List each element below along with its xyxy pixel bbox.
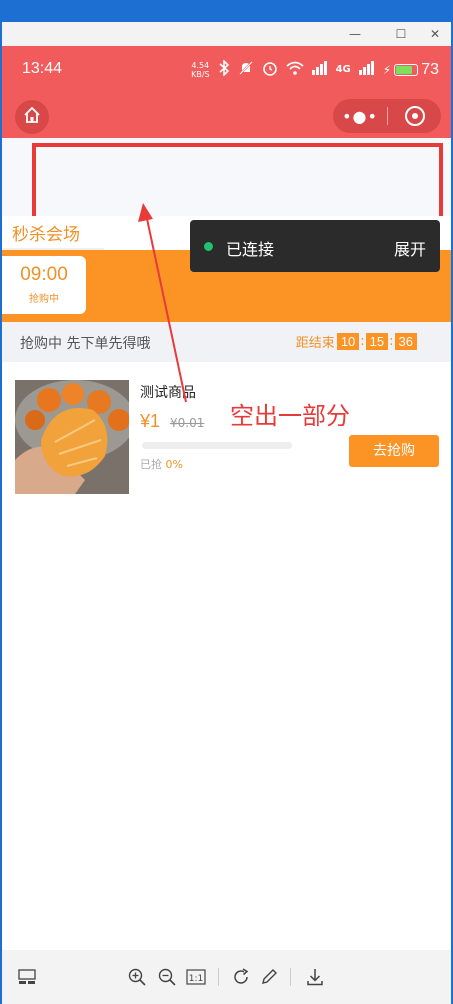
signal-icon-2: [358, 61, 375, 78]
time-slot-time: 09:00: [20, 264, 68, 285]
svg-text:1:1: 1:1: [189, 974, 203, 984]
goods-item[interactable]: 测试商品 ¥1 ¥0.01 已抢 0% 去抢购: [2, 362, 451, 502]
charging-icon: ⚡: [382, 62, 392, 77]
edit-pen-icon[interactable]: [258, 966, 280, 988]
net-speed: 4.54 KB/S: [191, 61, 210, 79]
status-bar: 13:44 4.54 KB/S 4G ⚡ 73: [2, 46, 451, 94]
annotation-text: 空出一部分: [230, 402, 350, 430]
minimize-button[interactable]: —: [343, 25, 367, 43]
close-miniprogram-button[interactable]: [388, 106, 441, 126]
phone-screen: 13:44 4.54 KB/S 4G ⚡ 73 •●• 秒杀会场 09:00 抢…: [2, 46, 451, 950]
sold-text: 已抢 0%: [140, 456, 183, 472]
app-window: — ☐ ✕ 13:44 4.54 KB/S 4G ⚡ 73 •●• 秒杀会场 0…: [2, 22, 451, 1004]
viewer-toolbar: 1:1: [2, 950, 451, 1004]
tab-seckill-venue[interactable]: 秒杀会场: [12, 220, 80, 245]
mute-icon: [238, 60, 254, 79]
mini-program-capsule: •●•: [333, 99, 441, 133]
net-speed-unit: KB/S: [191, 69, 210, 79]
network-type: 4G: [335, 64, 351, 75]
countdown-label: 距结束: [295, 336, 335, 351]
battery-icon: [394, 63, 419, 76]
goods-image[interactable]: [15, 380, 129, 494]
toolbar-divider: [290, 968, 291, 986]
download-icon[interactable]: [304, 966, 326, 988]
buy-button[interactable]: 去抢购: [349, 435, 439, 467]
debug-connected-panel: 已连接 展开: [190, 220, 440, 272]
countdown-minutes: 15: [365, 333, 389, 350]
thumbnail-panel-icon[interactable]: [16, 966, 38, 988]
alarm-icon: [262, 60, 278, 79]
target-icon: [404, 106, 425, 126]
home-icon: [23, 106, 41, 128]
empty-gap-area: [2, 138, 451, 221]
battery-indicator: ⚡ 73: [383, 61, 439, 79]
sold-progress-bar: [142, 442, 292, 449]
maximize-button[interactable]: ☐: [389, 25, 413, 43]
net-speed-value: 4.54: [191, 60, 210, 70]
window-titlebar: — ☐ ✕: [2, 22, 451, 46]
more-dots-icon: •●•: [342, 106, 378, 126]
toolbar-divider: [218, 968, 219, 986]
time-slot-card[interactable]: 09:00 抢购中: [2, 256, 86, 314]
countdown-seconds: 36: [394, 333, 417, 350]
time-slot-status: 抢购中: [29, 294, 59, 305]
close-button[interactable]: ✕: [423, 25, 447, 43]
home-button[interactable]: [15, 100, 49, 134]
connected-status-dot: [204, 242, 213, 251]
sold-label: 已抢: [140, 458, 162, 471]
countdown-hours: 10: [336, 333, 360, 350]
status-time: 13:44: [22, 60, 63, 77]
sold-percent: 0%: [165, 458, 183, 471]
goods-price: ¥1: [140, 411, 161, 431]
info-bar: 抢购中 先下单先得哦 距结束 10 : 15 : 36: [2, 322, 451, 362]
battery-level: 73: [421, 60, 439, 78]
annotation-highlight-box: [32, 143, 443, 221]
expand-button[interactable]: 展开: [394, 236, 426, 260]
more-button[interactable]: •●•: [333, 107, 387, 126]
status-icons: 4.54 KB/S 4G ⚡ 73: [191, 59, 439, 79]
rotate-icon[interactable]: [230, 966, 252, 988]
nav-bar: •●•: [2, 94, 451, 138]
actual-size-icon[interactable]: 1:1: [185, 966, 207, 988]
zoom-in-icon[interactable]: [126, 966, 148, 988]
goods-old-price: ¥0.01: [170, 416, 205, 430]
zoom-out-icon[interactable]: [156, 966, 178, 988]
connected-text: 已连接: [226, 240, 275, 259]
signal-icon: [311, 61, 328, 78]
countdown: 距结束 10 : 15 : 36: [296, 332, 417, 351]
goods-name: 测试商品: [140, 385, 196, 401]
wifi-icon: [286, 61, 304, 78]
battery-fill: [396, 65, 413, 74]
bluetooth-icon: [218, 59, 230, 79]
info-text: 抢购中 先下单先得哦: [20, 336, 151, 352]
